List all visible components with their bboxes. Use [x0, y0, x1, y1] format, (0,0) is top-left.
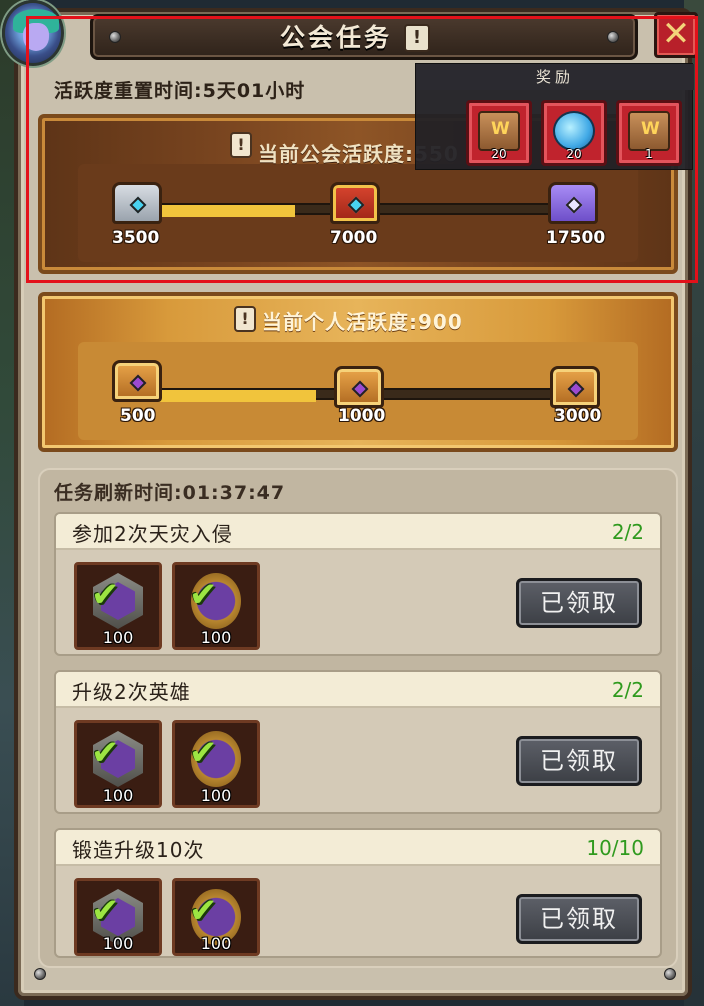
task-reward-item[interactable]: ✔ 100 [172, 878, 260, 956]
red-chest-icon[interactable] [330, 182, 380, 224]
reward-item[interactable]: 20 [541, 100, 607, 166]
task-reward-item[interactable]: ✔ 100 [172, 562, 260, 650]
panel-footer [14, 962, 692, 992]
reward-item[interactable]: 20 [466, 100, 532, 166]
claimed-button[interactable]: 已领取 [516, 736, 642, 786]
guild-milestone-value: 17500 [546, 228, 606, 248]
reward-amount: 100 [102, 786, 134, 805]
task-card: 升级2次英雄 2/2 ✔ 100 ✔ 100 已领取 [54, 670, 662, 814]
guild-activity-info-icon[interactable]: ! [230, 132, 252, 158]
guild-milestone-value: 3500 [112, 228, 160, 248]
reward-title: 奖励 [416, 64, 694, 90]
checkmark-icon: ✔ [91, 733, 120, 773]
task-progress: 10/10 [586, 836, 644, 860]
personal-activity-label: 当前个人活跃度:900 [262, 310, 463, 334]
checkmark-icon: ✔ [189, 733, 218, 773]
task-header: 参加2次天灾入侵 2/2 [56, 514, 660, 550]
scroll-book-icon [478, 111, 520, 151]
reward-item[interactable]: 1 [616, 100, 682, 166]
avatar-face [23, 23, 49, 51]
scroll-book-icon [628, 111, 670, 151]
activity-reset-time: 活跃度重置时间:5天01小时 [54, 80, 306, 102]
claimed-button[interactable]: 已领取 [516, 894, 642, 944]
reward-amount: 100 [102, 628, 134, 647]
task-card: 锻造升级10次 10/10 ✔ 100 ✔ 100 已领取 [54, 828, 662, 958]
task-refresh-time: 任务刷新时间:01:37:47 [54, 482, 286, 504]
close-button[interactable]: ✕ [654, 12, 698, 58]
player-avatar[interactable] [2, 0, 64, 66]
rivet-icon [34, 968, 46, 980]
task-progress: 2/2 [611, 520, 644, 544]
gold-chest-icon[interactable] [334, 366, 384, 408]
claimed-button[interactable]: 已领取 [516, 578, 642, 628]
task-name: 参加2次天灾入侵 [72, 522, 233, 546]
checkmark-icon: ✔ [189, 891, 218, 931]
rivet-icon [607, 31, 619, 43]
task-reward-item[interactable]: ✔ 100 [74, 878, 162, 956]
guild-activity-progress-fill [142, 205, 295, 217]
personal-milestone-value: 3000 [554, 406, 602, 426]
task-name: 升级2次英雄 [72, 680, 191, 704]
task-reward-item[interactable]: ✔ 100 [74, 720, 162, 808]
checkmark-icon: ✔ [91, 575, 120, 615]
rivet-icon [109, 31, 121, 43]
reward-amount: 100 [200, 786, 232, 805]
reward-count: 20 [566, 147, 582, 161]
reward-count: 20 [491, 147, 507, 161]
reward-amount: 100 [200, 934, 232, 953]
task-progress: 2/2 [611, 678, 644, 702]
task-header: 锻造升级10次 10/10 [56, 830, 660, 866]
open-chest-icon[interactable] [112, 360, 162, 402]
personal-activity-progress-fill [142, 390, 317, 402]
personal-activity-info-icon[interactable]: ! [234, 306, 256, 332]
window-title: 公会任务 [280, 23, 393, 52]
task-reward-item[interactable]: ✔ 100 [74, 562, 162, 650]
title-info-icon[interactable]: ! [404, 24, 430, 52]
guild-milestone-value: 7000 [330, 228, 378, 248]
reward-tooltip: 奖励 20 20 1 [415, 63, 694, 170]
personal-milestone-value: 500 [120, 406, 156, 426]
checkmark-icon: ✔ [189, 575, 218, 615]
task-header: 升级2次英雄 2/2 [56, 672, 660, 708]
personal-milestone-value: 1000 [338, 406, 386, 426]
reward-count: 1 [645, 147, 653, 161]
gold-chest-icon[interactable] [550, 366, 600, 408]
task-name: 锻造升级10次 [72, 838, 205, 862]
purple-chest-icon[interactable] [548, 182, 598, 224]
blue-gem-icon [553, 111, 595, 151]
task-reward-item[interactable]: ✔ 100 [172, 720, 260, 808]
task-card: 参加2次天灾入侵 2/2 ✔ 100 ✔ 100 已领取 [54, 512, 662, 656]
reward-amount: 100 [102, 934, 134, 953]
rivet-icon [664, 968, 676, 980]
silver-chest-icon[interactable] [112, 182, 162, 224]
reward-amount: 100 [200, 628, 232, 647]
checkmark-icon: ✔ [91, 891, 120, 931]
